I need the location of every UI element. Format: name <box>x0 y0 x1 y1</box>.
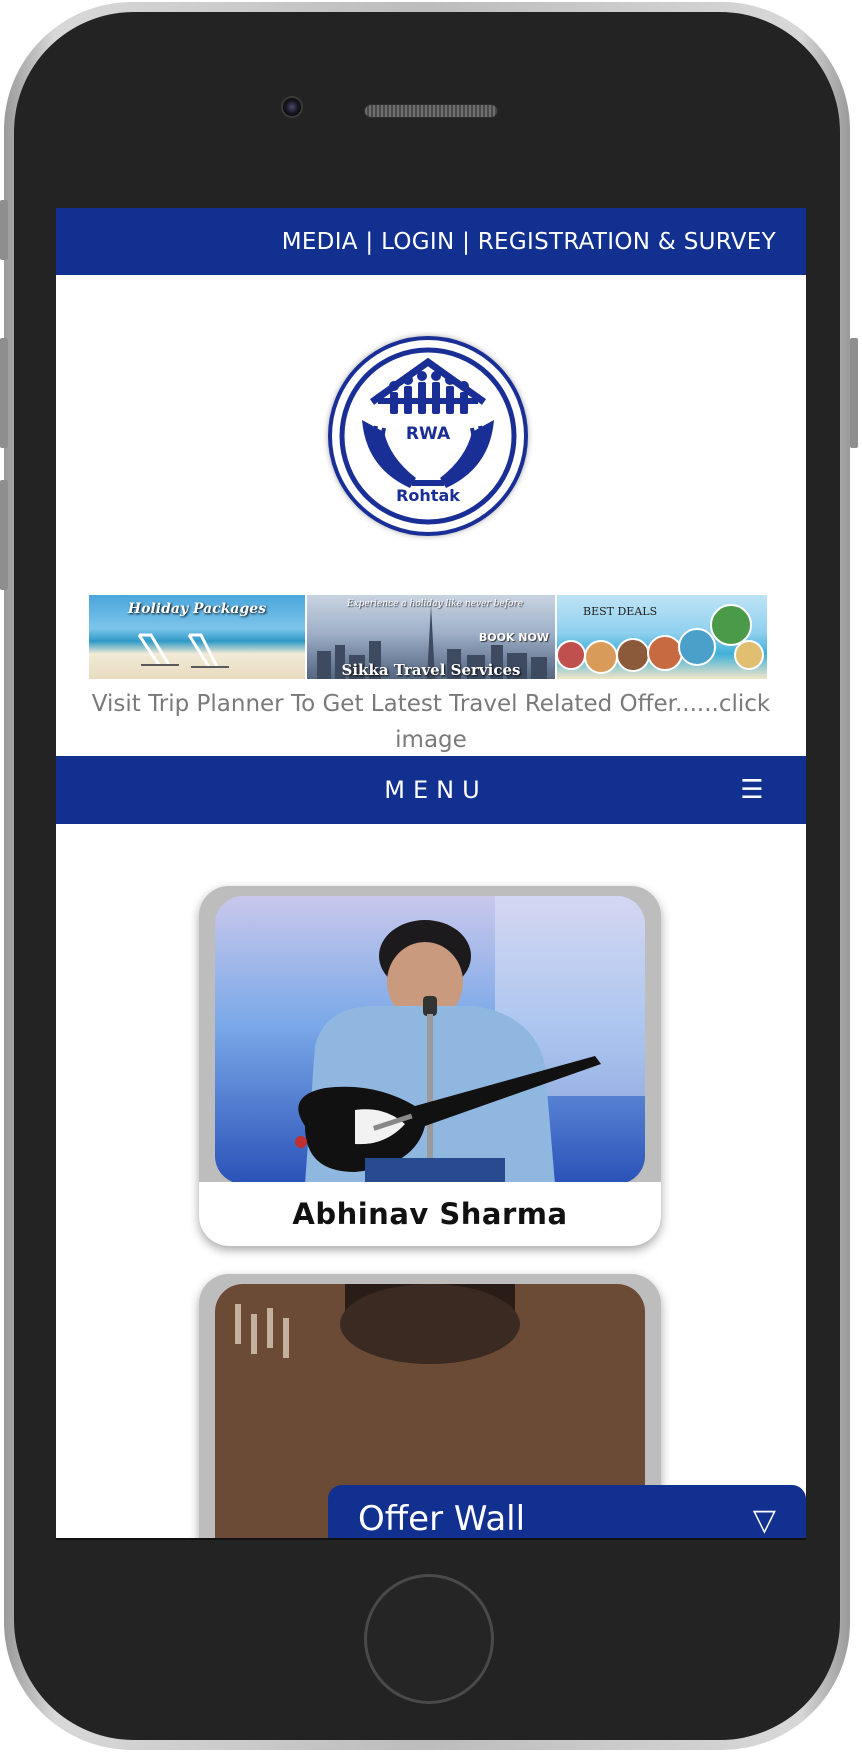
top-nav-links[interactable]: MEDIA | LOGIN | REGISTRATION & SURVEY <box>282 229 776 255</box>
logo-rwa-text: RWA <box>405 424 451 444</box>
screen: MEDIA | LOGIN | REGISTRATION & SURVEY RW… <box>56 208 806 1540</box>
menu-bar[interactable]: MENU ☰ <box>56 756 806 824</box>
top-nav-bar: MEDIA | LOGIN | REGISTRATION & SURVEY <box>56 208 806 275</box>
menu-label: MENU <box>384 776 488 804</box>
beach-chairs-graphic <box>137 633 229 668</box>
member-card[interactable]: Abhinav Sharma <box>199 886 661 1246</box>
silent-switch <box>0 200 8 260</box>
volume-up-button <box>0 338 8 448</box>
member-photo-graphic <box>215 896 645 1184</box>
offer-wall-title: Offer Wall <box>358 1499 526 1539</box>
travel-offer-note[interactable]: Visit Trip Planner To Get Latest Travel … <box>56 686 806 758</box>
member-name: Abhinav Sharma <box>292 1197 568 1231</box>
home-button[interactable] <box>364 1574 494 1704</box>
offer-wall-panel[interactable]: Offer Wall ▽ <box>328 1485 806 1540</box>
offer-wall-toggle-icon[interactable]: ▽ <box>753 1503 776 1538</box>
rwa-logo[interactable]: RWA Rohtak <box>328 336 528 536</box>
power-button <box>850 338 858 448</box>
volume-down-button <box>0 480 8 590</box>
banner-sikka-travel[interactable]: Experience a holiday like never before B… <box>307 595 555 679</box>
member-photo <box>215 896 645 1184</box>
banner-sikka-label: Sikka Travel Services <box>341 661 521 679</box>
banner-holiday-packages[interactable]: Holiday Packages <box>89 595 305 679</box>
deals-collage-graphic <box>557 604 764 674</box>
member-name-strip: Abhinav Sharma <box>199 1182 661 1246</box>
earpiece-speaker <box>364 104 498 118</box>
hamburger-icon[interactable]: ☰ <box>738 776 766 804</box>
front-camera <box>281 96 303 118</box>
logo-rohtak-text: Rohtak <box>396 486 460 505</box>
screen-bottom-edge <box>56 1538 806 1540</box>
banner-best-deals[interactable]: BEST DEALS <box>557 595 767 679</box>
